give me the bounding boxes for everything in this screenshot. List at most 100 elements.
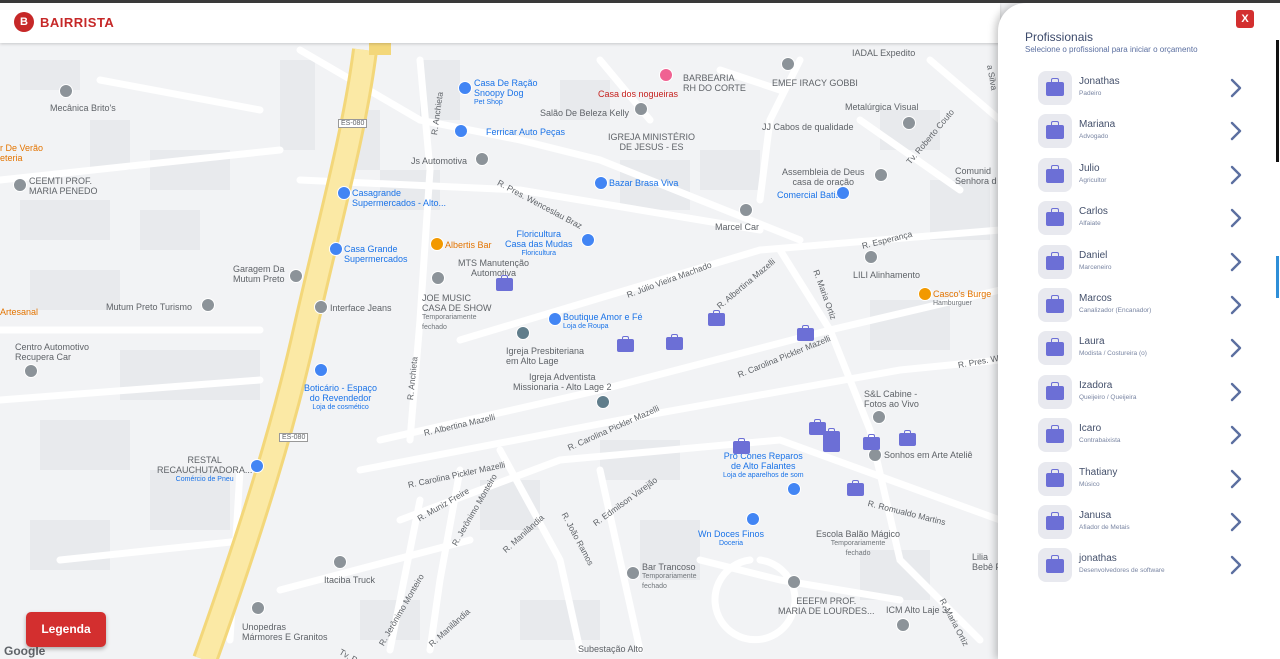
chevron-right-icon[interactable] bbox=[1228, 512, 1244, 532]
place-label[interactable]: Salão De Beleza Kelly bbox=[540, 108, 629, 118]
clothing-icon[interactable] bbox=[314, 300, 328, 314]
chevron-right-icon[interactable] bbox=[1228, 165, 1244, 185]
pet-shop-icon[interactable] bbox=[458, 81, 472, 95]
place-label[interactable]: IGREJA MINISTÉRIO DE JESUS - ES bbox=[608, 132, 695, 152]
professional-marker-icon[interactable] bbox=[899, 430, 916, 446]
professional-marker-icon[interactable] bbox=[708, 310, 725, 326]
professional-item[interactable]: Laura Modista / Costureira (o) bbox=[1038, 331, 1258, 367]
place-label[interactable]: Bar Trancoso Temporariamente fechado bbox=[642, 562, 696, 592]
place-label[interactable]: Assembleia de Deus casa de oração bbox=[782, 167, 865, 187]
professional-item[interactable]: Carlos Alfaiate bbox=[1038, 201, 1258, 237]
church-icon[interactable] bbox=[896, 618, 910, 632]
place-label[interactable]: EEEFM PROF. MARIA DE LOURDES... bbox=[778, 596, 875, 616]
church-icon[interactable] bbox=[596, 395, 610, 409]
scrollbar-thumb[interactable] bbox=[1276, 40, 1279, 162]
clothing-icon[interactable] bbox=[548, 312, 562, 326]
store-icon[interactable] bbox=[836, 186, 850, 200]
place-label[interactable]: Lilia Bebê F bbox=[972, 552, 1001, 572]
mechanic-icon[interactable] bbox=[431, 271, 445, 285]
professional-marker-icon[interactable] bbox=[666, 334, 683, 350]
place-label[interactable]: Marcel Car bbox=[715, 222, 759, 232]
church-icon[interactable] bbox=[516, 326, 530, 340]
place-label[interactable]: IADAL Expedito bbox=[852, 48, 915, 58]
store-icon[interactable] bbox=[787, 482, 801, 496]
place-label[interactable]: Casa dos nogueiras bbox=[598, 89, 678, 99]
place-label[interactable]: RESTAL RECAUCHUTADORA... Comércio de Pneu bbox=[157, 455, 252, 485]
place-label[interactable]: Casa De Ração Snoopy Dog Pet Shop bbox=[474, 78, 538, 108]
salon-icon[interactable] bbox=[634, 102, 648, 116]
mechanic-icon[interactable] bbox=[864, 250, 878, 264]
place-label[interactable]: Metalúrgica Visual bbox=[845, 102, 918, 112]
chevron-right-icon[interactable] bbox=[1228, 555, 1244, 575]
professional-item[interactable]: Jonathas Padeiro bbox=[1038, 71, 1258, 107]
cosmetics-icon[interactable] bbox=[314, 363, 328, 377]
professional-item[interactable]: Daniel Marceneiro bbox=[1038, 244, 1258, 281]
chevron-right-icon[interactable] bbox=[1228, 338, 1244, 358]
place-label[interactable]: Boticário - Espaço do Revendedor Loja de c… bbox=[304, 383, 377, 413]
professional-item[interactable]: Marcos Canalizador (Encanador) bbox=[1038, 288, 1258, 324]
place-label[interactable]: Js Automotiva bbox=[411, 156, 467, 166]
place-icon[interactable] bbox=[251, 601, 265, 615]
place-label[interactable]: Artesanal bbox=[0, 307, 38, 317]
parking-icon[interactable] bbox=[454, 124, 468, 138]
close-button[interactable]: X bbox=[1236, 10, 1254, 28]
chevron-right-icon[interactable] bbox=[1228, 382, 1244, 402]
place-label[interactable]: r De Verão eteria bbox=[0, 143, 43, 163]
mechanic-icon[interactable] bbox=[24, 364, 38, 378]
place-label[interactable]: Pro Cones Reparos de Alto Falantes Loja de… bbox=[723, 451, 804, 481]
place-label[interactable]: S&L Cabine - Fotos ao Vivo bbox=[864, 389, 919, 409]
mechanic-icon[interactable] bbox=[59, 84, 73, 98]
place-label[interactable]: JJ Cabos de qualidade bbox=[762, 122, 854, 132]
place-label[interactable]: Wn Doces Finos Doceria bbox=[698, 529, 764, 549]
school-icon[interactable] bbox=[787, 575, 801, 589]
place-label[interactable]: LILI Alinhamento bbox=[853, 270, 920, 280]
place-label[interactable]: Bazar Brasa Viva bbox=[609, 178, 678, 188]
place-label[interactable]: MTS Manutenção Automotiva bbox=[458, 258, 529, 278]
professional-marker-icon[interactable] bbox=[847, 480, 864, 496]
supermarket-icon[interactable] bbox=[337, 186, 351, 200]
professional-item[interactable]: Thatiany Músico bbox=[1038, 461, 1258, 498]
place-icon[interactable] bbox=[902, 116, 916, 130]
chevron-right-icon[interactable] bbox=[1228, 469, 1244, 489]
place-label[interactable]: Itaciba Truck bbox=[324, 575, 375, 585]
professional-marker-icon[interactable] bbox=[733, 438, 750, 454]
place-icon[interactable] bbox=[872, 410, 886, 424]
professional-item[interactable]: Izadora Queijeiro / Queijeira bbox=[1038, 374, 1258, 411]
place-label[interactable]: Unopedras Mármores E Granitos bbox=[242, 622, 328, 642]
place-label[interactable]: Interface Jeans bbox=[330, 303, 392, 313]
professional-item[interactable]: Icaro Contrabaixista bbox=[1038, 418, 1258, 454]
legend-button[interactable]: Legenda bbox=[26, 612, 106, 647]
place-label[interactable]: Subestação Alto bbox=[578, 644, 643, 654]
place-label[interactable]: Albertis Bar bbox=[445, 240, 492, 250]
chevron-right-icon[interactable] bbox=[1228, 121, 1244, 141]
place-label[interactable]: Escola Balão Mágico Temporariamente fechad… bbox=[816, 529, 900, 559]
place-label[interactable]: Mutum Preto Turismo bbox=[106, 302, 192, 312]
place-label[interactable]: Floricultura Casa das Mudas Floricultura bbox=[505, 229, 573, 259]
professional-item[interactable]: Mariana Advogado bbox=[1038, 114, 1258, 150]
supermarket-icon[interactable] bbox=[329, 242, 343, 256]
place-label[interactable]: Sonhos em Arte Ateliê bbox=[884, 450, 973, 460]
place-label[interactable]: Igreja Presbiteriana em Alto Lage bbox=[506, 346, 584, 366]
restaurant-icon[interactable] bbox=[918, 287, 932, 301]
place-icon[interactable] bbox=[739, 203, 753, 217]
place-label[interactable]: Ferricar Auto Peças bbox=[486, 127, 565, 137]
school-icon[interactable] bbox=[781, 57, 795, 71]
place-icon[interactable] bbox=[201, 298, 215, 312]
professional-marker-icon[interactable] bbox=[823, 436, 840, 452]
place-label[interactable]: JOE MUSIC CASA DE SHOW Temporariamente fech… bbox=[422, 293, 492, 333]
professional-marker-icon[interactable] bbox=[496, 275, 513, 291]
professional-item[interactable]: jonathas Desenvolvedores de software bbox=[1038, 548, 1258, 584]
chevron-right-icon[interactable] bbox=[1228, 252, 1244, 272]
professional-marker-icon[interactable] bbox=[797, 325, 814, 341]
bar-icon[interactable] bbox=[626, 566, 640, 580]
store-icon[interactable] bbox=[746, 512, 760, 526]
place-label[interactable]: Casa Grande Supermercados bbox=[344, 244, 408, 264]
chevron-right-icon[interactable] bbox=[1228, 78, 1244, 98]
place-label[interactable]: Casco's Burge Hamburguer bbox=[933, 289, 991, 309]
place-label[interactable]: Comunid Senhora d bbox=[955, 166, 997, 186]
place-label[interactable]: Centro Automotivo Recupera Car bbox=[15, 342, 89, 362]
place-icon[interactable] bbox=[333, 555, 347, 569]
place-label[interactable]: Mecânica Brito's bbox=[50, 103, 116, 113]
professional-item[interactable]: Janusa Afiador de Metais bbox=[1038, 505, 1258, 541]
place-label[interactable]: BARBEARIA RH DO CORTE bbox=[683, 73, 746, 93]
